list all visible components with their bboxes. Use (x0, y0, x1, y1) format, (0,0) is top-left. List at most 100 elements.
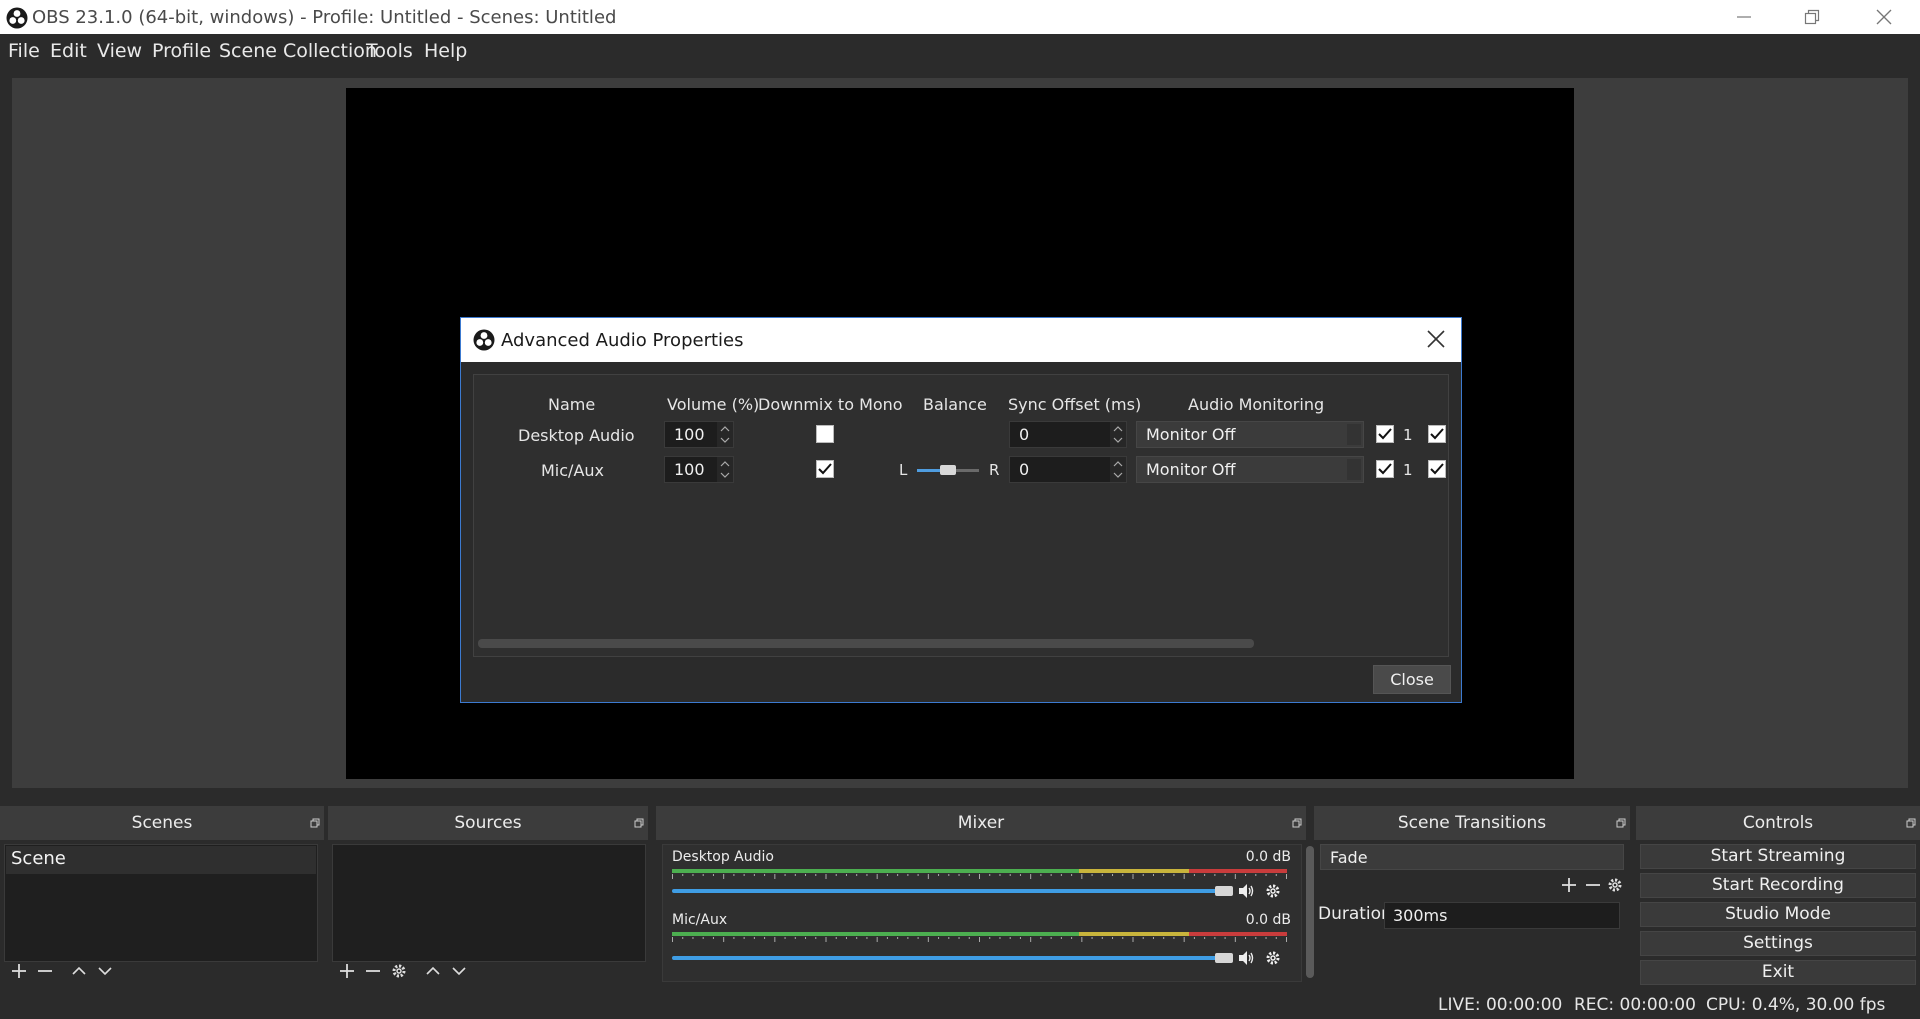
cpu-status: CPU: 0.4%, 30.00 fps (1706, 995, 1886, 1015)
monitoring-select[interactable]: Monitor Off (1136, 421, 1364, 448)
menu-tools[interactable]: Tools (366, 40, 413, 62)
chevron-up-icon (426, 966, 440, 975)
volume-input[interactable]: 100 (664, 456, 734, 483)
scene-transitions-dock: Scene Transitions Fade Duration 300ms (1314, 806, 1630, 986)
volume-slider-handle[interactable] (1215, 886, 1233, 896)
float-dock-icon[interactable] (1292, 818, 1302, 828)
audio-meter-yellow (1079, 869, 1189, 873)
volume-input[interactable]: 100 (664, 421, 734, 448)
downmix-checkbox[interactable] (816, 425, 834, 443)
restore-button[interactable] (1778, 0, 1846, 34)
move-source-down-button[interactable] (448, 960, 470, 982)
menu-scene-collection[interactable]: Scene Collection (219, 40, 377, 62)
menu-file[interactable]: File (8, 40, 40, 62)
plus-icon (12, 964, 26, 978)
transition-value: Fade (1330, 848, 1368, 867)
menu-profile[interactable]: Profile (152, 40, 211, 62)
mixer-scrollbar[interactable] (1306, 846, 1314, 978)
menu-help[interactable]: Help (424, 40, 467, 62)
volume-slider-handle[interactable] (1215, 953, 1233, 963)
monitoring-select[interactable]: Monitor Off (1136, 456, 1364, 483)
track2-checkbox[interactable] (1428, 425, 1446, 443)
restore-icon (1804, 9, 1820, 25)
meter-ticks (672, 937, 1287, 942)
spin-arrows-icon (720, 426, 730, 443)
add-transition-button[interactable] (1558, 874, 1580, 896)
start-recording-button[interactable]: Start Recording (1640, 873, 1916, 898)
track1-checkbox[interactable] (1376, 460, 1394, 478)
column-header-sync: Sync Offset (ms) (1008, 395, 1142, 414)
minimize-button[interactable] (1710, 0, 1778, 34)
float-dock-icon[interactable] (310, 818, 320, 828)
gear-icon[interactable] (1264, 882, 1282, 900)
speaker-icon[interactable] (1237, 949, 1255, 967)
add-scene-button[interactable] (8, 960, 30, 982)
menu-view[interactable]: View (97, 40, 142, 62)
sources-list[interactable] (332, 844, 646, 962)
sources-dock: Sources (328, 806, 648, 986)
move-source-up-button[interactable] (422, 960, 444, 982)
exit-button[interactable]: Exit (1640, 960, 1916, 985)
live-status: LIVE: 00:00:00 (1438, 995, 1563, 1015)
track2-checkbox[interactable] (1428, 460, 1446, 478)
checkmark-icon (1430, 428, 1444, 440)
gear-icon (1608, 878, 1622, 892)
column-header-volume: Volume (%) (667, 395, 760, 414)
menu-edit[interactable]: Edit (50, 40, 87, 62)
track1-checkbox[interactable] (1376, 425, 1394, 443)
balance-left-label: L (899, 461, 908, 479)
volume-value: 100 (674, 425, 705, 444)
transition-select[interactable]: Fade (1320, 844, 1624, 870)
sync-offset-input[interactable]: 0 (1009, 421, 1127, 448)
source-properties-button[interactable] (388, 960, 410, 982)
downmix-checkbox[interactable] (816, 460, 834, 478)
sync-offset-input[interactable]: 0 (1009, 456, 1127, 483)
studio-mode-button[interactable]: Studio Mode (1640, 902, 1916, 927)
remove-scene-button[interactable] (34, 960, 56, 982)
volume-spin-arrows[interactable] (717, 457, 733, 482)
minimize-icon (1737, 16, 1751, 18)
speaker-icon[interactable] (1237, 882, 1255, 900)
minus-icon (1586, 884, 1600, 886)
chevron-updown-icon (1347, 424, 1361, 445)
scene-item[interactable]: Scene (6, 846, 316, 874)
start-streaming-button[interactable]: Start Streaming (1640, 844, 1916, 869)
remove-transition-button[interactable] (1582, 874, 1604, 896)
move-scene-up-button[interactable] (68, 960, 90, 982)
duration-input[interactable]: 300ms (1384, 902, 1620, 929)
close-window-button[interactable] (1850, 0, 1918, 34)
track-number: 1 (1403, 426, 1413, 444)
column-header-balance: Balance (923, 395, 987, 414)
close-icon[interactable] (1425, 328, 1447, 350)
audio-meter-red (1189, 869, 1287, 873)
status-bar: LIVE: 00:00:00 REC: 00:00:00 CPU: 0.4%, … (0, 990, 1920, 1019)
balance-slider-handle[interactable] (940, 465, 956, 475)
volume-slider-track[interactable] (672, 889, 1227, 893)
close-icon (1876, 9, 1892, 25)
volume-slider-track[interactable] (672, 956, 1227, 960)
add-source-button[interactable] (336, 960, 358, 982)
volume-spin-arrows[interactable] (717, 422, 733, 447)
row-name-desktop-audio: Desktop Audio (518, 426, 635, 445)
sync-spin-arrows[interactable] (1110, 457, 1126, 482)
remove-source-button[interactable] (362, 960, 384, 982)
volume-value: 100 (674, 460, 705, 479)
sync-spin-arrows[interactable] (1110, 422, 1126, 447)
audio-meter-green (672, 932, 1079, 936)
horizontal-scrollbar[interactable] (478, 639, 1254, 648)
dialog-close-button[interactable]: Close (1373, 665, 1451, 694)
chevron-down-icon (452, 967, 466, 976)
obs-logo-icon (6, 7, 28, 29)
controls-dock-title: Controls (1636, 806, 1920, 840)
meter-ticks (672, 874, 1287, 879)
audio-meter-green (672, 869, 1079, 873)
move-scene-down-button[interactable] (94, 960, 116, 982)
gear-icon[interactable] (1264, 949, 1282, 967)
transition-properties-button[interactable] (1604, 874, 1626, 896)
scenes-dock: Scenes Scene (0, 806, 324, 986)
float-dock-icon[interactable] (1906, 818, 1916, 828)
float-dock-icon[interactable] (1616, 818, 1626, 828)
scenes-list: Scene (4, 844, 318, 962)
float-dock-icon[interactable] (634, 818, 644, 828)
settings-button[interactable]: Settings (1640, 931, 1916, 956)
